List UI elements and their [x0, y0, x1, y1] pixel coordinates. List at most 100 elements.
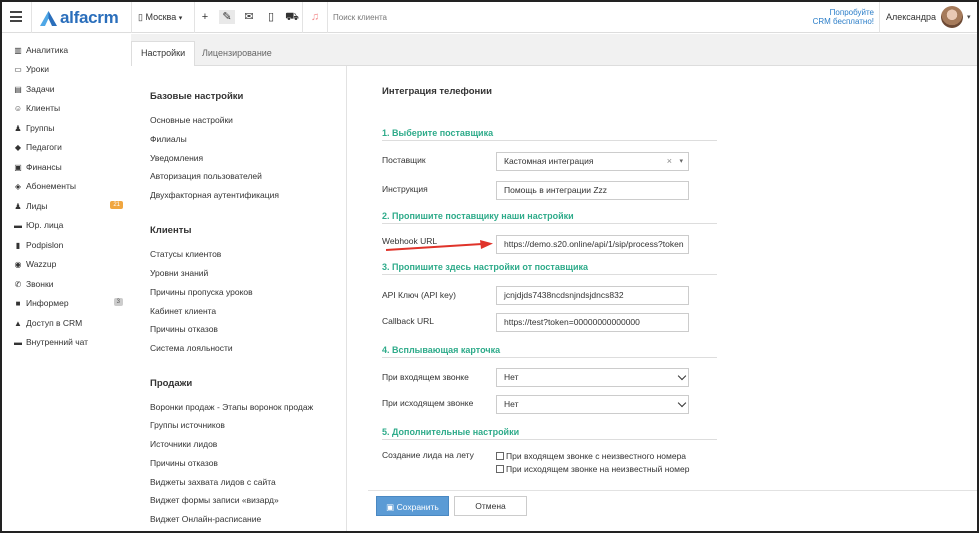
sidebar-item-label: Группы [26, 123, 55, 133]
wrench-icon[interactable]: ✎ [219, 10, 235, 24]
info-icon: ■ [15, 298, 21, 308]
promo-link[interactable]: Попробуйте CRM бесплатно! [808, 8, 874, 26]
sidebar-item-label: Финансы [26, 162, 62, 172]
sidebar-item-legal[interactable]: ▬ Юр. лица [13, 217, 125, 233]
briefcase-icon: ▬ [14, 220, 22, 230]
sidebar-item-tasks[interactable]: ▤ Задачи [13, 81, 125, 97]
provider-select[interactable]: Кастомная интеграция × ▾ [496, 152, 689, 171]
menu-item[interactable]: Причины отказов [150, 458, 218, 468]
menu-item[interactable]: Авторизация пользователей [150, 171, 262, 181]
tab-licensing[interactable]: Лицензирование [193, 42, 281, 66]
city-selector[interactable]: ▯ Москва ▾ [138, 12, 182, 23]
sidebar-item-analytics[interactable]: ▥ Аналитика [13, 42, 125, 58]
sidebar-item-label: Podpislon [26, 240, 64, 250]
save-icon: ▣ [386, 502, 395, 512]
menu-item[interactable]: Виджеты захвата лидов с сайта [150, 477, 276, 487]
save-button[interactable]: ▣ Сохранить [376, 496, 449, 516]
checkbox-icon[interactable] [496, 465, 504, 473]
incoming-unknown-checkbox[interactable]: При входящем звонке с неизвестного номер… [496, 451, 686, 461]
outgoing-unknown-checkbox[interactable]: При исходящем звонке на неизвестный номе… [496, 464, 689, 474]
user-plus-icon: ♟ [14, 201, 22, 211]
count-badge: 3 [113, 298, 123, 306]
sidebar-item-calls[interactable]: ✆ Звонки [13, 276, 125, 292]
menu-section-title: Клиенты [150, 225, 192, 236]
menu-item[interactable]: Кабинет клиента [150, 306, 216, 316]
divider [131, 2, 132, 33]
search-input[interactable]: Поиск клиента [333, 13, 387, 22]
users-icon: ♟ [14, 123, 22, 133]
chevron-down-icon[interactable]: ▾ [967, 13, 971, 21]
menu-item[interactable]: Система лояльности [150, 343, 233, 353]
menu-item[interactable]: Воронки продаж - Этапы воронок продаж [150, 402, 313, 412]
checkbox-label: При входящем звонке с неизвестного номер… [506, 451, 687, 461]
sidebar-item-label: Педагоги [26, 142, 62, 152]
outgoing-call-select[interactable]: Нет [496, 395, 689, 414]
logo-icon [40, 10, 57, 26]
sidebar-item-wazzup[interactable]: ◉ Wazzup [13, 256, 125, 272]
instruction-field[interactable]: Помощь в интеграции Zzz [496, 181, 689, 200]
apikey-field[interactable]: jcnjdjds7438ncdsnjndsjdncs832 [496, 286, 689, 305]
sidebar-item-informer[interactable]: ■ Информер 3 [13, 295, 125, 311]
calendar-icon: ▭ [14, 64, 22, 74]
menu-item[interactable]: Филиалы [150, 134, 187, 144]
menu-item[interactable]: Основные настройки [150, 115, 233, 125]
tab-settings[interactable]: Настройки [131, 41, 196, 67]
menu-item[interactable]: Виджет Онлайн-расписание [150, 514, 261, 524]
phone-icon[interactable]: ▯ [263, 10, 279, 24]
sidebar-item-podpislon[interactable]: ▮ Podpislon [13, 237, 125, 253]
sidebar-item-access[interactable]: ▲ Доступ в CRM [13, 315, 125, 331]
avatar[interactable] [941, 6, 963, 28]
incoming-call-select[interactable]: Нет [496, 368, 689, 387]
menu-item[interactable]: Виджет формы записи «визард» [150, 495, 279, 505]
lock-icon: ▲ [14, 318, 22, 328]
logo[interactable]: alfacrm [40, 8, 119, 28]
sidebar-item-clients[interactable]: ☺ Клиенты [13, 100, 125, 116]
menu-item[interactable]: Статусы клиентов [150, 249, 221, 259]
menu-item[interactable]: Уровни знаний [150, 268, 208, 278]
sidebar-item-finance[interactable]: ▣ Финансы [13, 159, 125, 175]
sidebar-item-lessons[interactable]: ▭ Уроки [13, 61, 125, 77]
bell-icon[interactable]: ♫ [307, 10, 323, 24]
red-arrow-annotation [386, 240, 493, 251]
sidebar-item-label: Аналитика [26, 45, 69, 55]
provider-value: Кастомная интеграция [504, 156, 594, 166]
menu-item[interactable]: Причины пропуска уроков [150, 287, 253, 297]
cancel-button[interactable]: Отмена [454, 496, 527, 516]
sidebar-item-subscriptions[interactable]: ◈ Абонементы [13, 178, 125, 194]
menu-item[interactable]: Уведомления [150, 153, 203, 163]
checkbox-icon[interactable] [496, 452, 504, 460]
callback-url-field[interactable]: https://test?token=00000000000000 [496, 313, 689, 332]
apikey-label: API Ключ (API key) [382, 290, 456, 300]
menu-item[interactable]: Двухфакторная аутентификация [150, 190, 279, 200]
user-icon: ☺ [13, 103, 23, 113]
promo-line1: Попробуйте [829, 8, 874, 17]
outgoing-label: При исходящем звонке [382, 398, 474, 408]
lead-creation-label: Создание лида на лету [382, 450, 474, 460]
menu-item[interactable]: Источники лидов [150, 439, 217, 449]
sidebar-item-label: Уроки [26, 64, 49, 74]
plus-icon[interactable]: + [197, 10, 213, 24]
count-badge: 21 [110, 201, 123, 209]
clear-icon[interactable]: × [667, 153, 672, 170]
chat-icon: ▬ [14, 337, 22, 347]
sidebar-item-label: Информер [26, 298, 69, 308]
sidebar-item-teachers[interactable]: ◆ Педагоги [13, 139, 125, 155]
menu-item[interactable]: Причины отказов [150, 324, 218, 334]
username[interactable]: Александра [886, 12, 936, 22]
sidebar-item-leads[interactable]: ♟ Лиды 21 [13, 198, 125, 214]
mail-icon[interactable]: ✉ [241, 10, 257, 24]
sidebar-item-chat[interactable]: ▬ Внутренний чат [13, 334, 125, 350]
divider [327, 2, 328, 33]
divider [31, 2, 32, 33]
menu-section-title: Продажи [150, 378, 193, 389]
sidebar-item-label: Доступ в CRM [26, 318, 83, 328]
cart-icon[interactable]: ⛟ [284, 10, 300, 24]
divider [302, 2, 303, 33]
menu-item[interactable]: Группы источников [150, 420, 225, 430]
menu-icon[interactable] [10, 11, 22, 22]
sidebar-item-groups[interactable]: ♟ Группы [13, 120, 125, 136]
graduation-cap-icon: ◆ [14, 142, 22, 152]
webhook-url-field[interactable]: https://demo.s20.online/api/1/sip/proces… [496, 235, 689, 254]
section-heading: 1. Выберите поставщика [382, 128, 717, 141]
logo-text: alfacrm [60, 8, 119, 27]
